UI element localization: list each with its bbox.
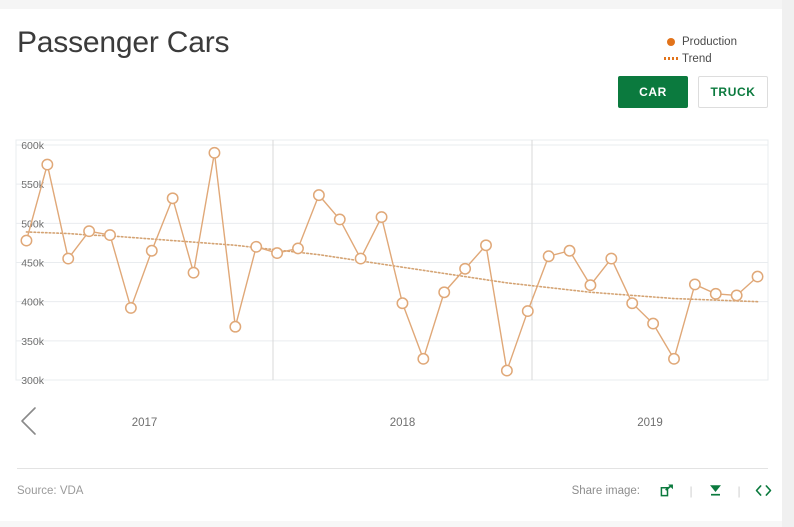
- svg-text:300k: 300k: [21, 375, 45, 387]
- right-edge-strip: [782, 0, 794, 527]
- vehicle-type-toggle: CAR TRUCK: [618, 76, 768, 108]
- legend-label-production: Production: [682, 35, 737, 48]
- share-separator-2: |: [737, 483, 741, 498]
- download-icon[interactable]: [702, 483, 728, 498]
- chart-legend: Production Trend: [660, 33, 780, 67]
- legend-item-trend: Trend: [660, 50, 780, 67]
- legend-label-trend: Trend: [682, 52, 712, 65]
- svg-text:450k: 450k: [21, 258, 45, 270]
- svg-text:500k: 500k: [21, 218, 45, 230]
- top-bar: [0, 0, 782, 9]
- car-button[interactable]: CAR: [618, 76, 688, 108]
- production-line-chart: 600k550k500k450k400k350k300k2017 2018 2019: [15, 139, 769, 435]
- series-dot-icon: [660, 37, 682, 46]
- chevron-left-icon[interactable]: [21, 407, 36, 435]
- truck-button[interactable]: TRUCK: [698, 76, 768, 108]
- embed-code-icon[interactable]: [750, 483, 776, 498]
- dotted-line-icon: [660, 57, 682, 60]
- chart-container: 600k 550k 500k 450k 400k 350k 300k 2017 2018 2019: [0, 130, 782, 460]
- share-label: Share image:: [571, 484, 640, 497]
- footer-divider: [17, 468, 768, 469]
- svg-text:400k: 400k: [21, 297, 45, 309]
- x-axis-label-2018: 2018: [390, 417, 416, 429]
- legend-item-production: Production: [660, 33, 780, 50]
- x-axis-label-2017: 2017: [132, 417, 158, 429]
- source-note: Source: VDA: [17, 485, 84, 497]
- bottom-edge-strip: [0, 521, 782, 527]
- page-title: Passenger Cars: [17, 26, 230, 59]
- svg-text:350k: 350k: [21, 336, 45, 348]
- share-icon[interactable]: [654, 483, 680, 498]
- svg-text:600k: 600k: [21, 140, 45, 152]
- share-bar: Share image: | |: [572, 483, 776, 498]
- x-axis-label-2019: 2019: [637, 417, 663, 429]
- share-separator-1: |: [689, 483, 693, 498]
- chart-page: Passenger Cars Production Trend CAR TRUC…: [0, 0, 794, 527]
